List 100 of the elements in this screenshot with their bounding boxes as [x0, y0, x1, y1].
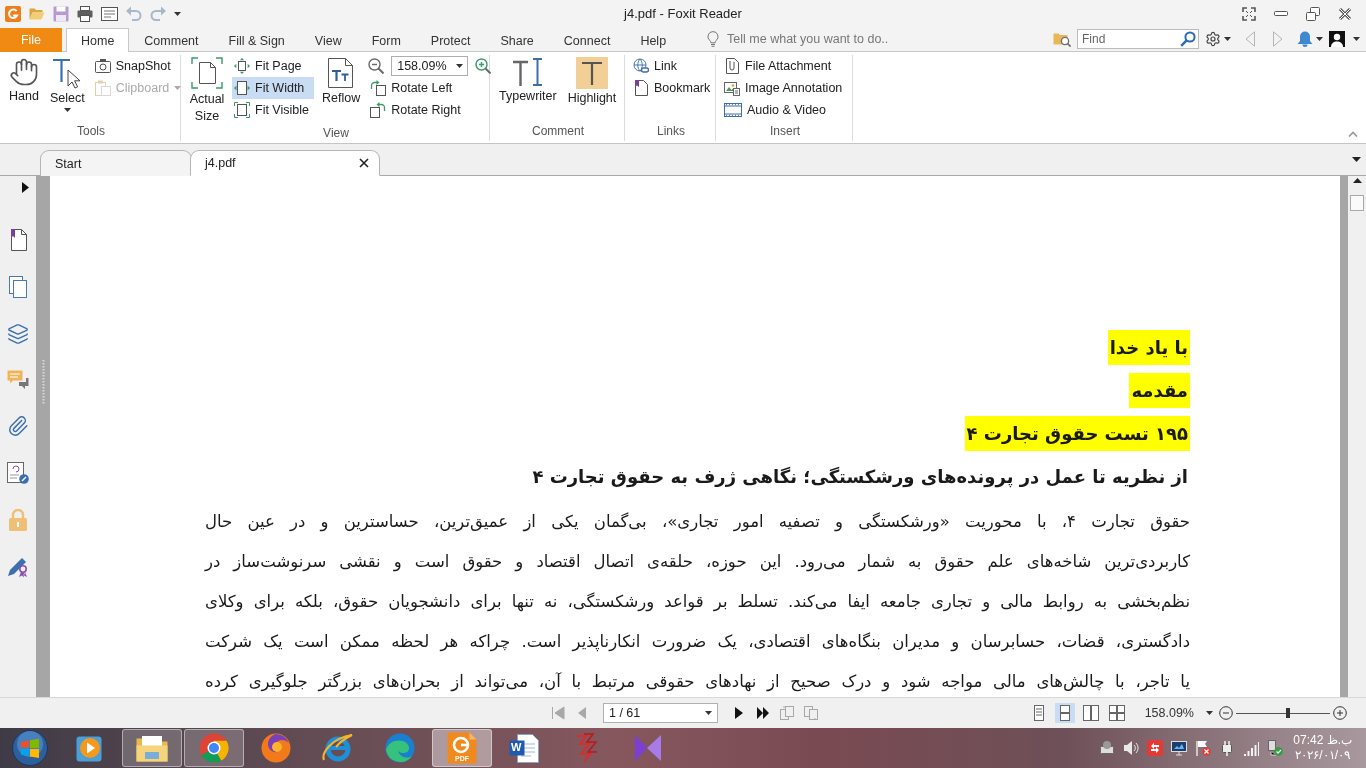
ribbon-button[interactable]: File Attachment: [722, 55, 848, 77]
comments-icon[interactable]: [7, 370, 29, 390]
ribbon-tab[interactable]: Comment: [129, 28, 214, 52]
image-icon: [724, 80, 740, 96]
settings-icon[interactable]: [1205, 31, 1221, 47]
minimize-icon[interactable]: [1274, 11, 1288, 16]
ribbon-button[interactable]: SnapShot: [92, 55, 187, 77]
folder-icon[interactable]: [136, 734, 168, 762]
ribbon-button[interactable]: Image Annotation: [722, 77, 848, 99]
document-tab[interactable]: j4.pdf: [190, 150, 380, 176]
ribbon-button[interactable]: Fit Width: [232, 77, 314, 99]
page-number-field[interactable]: 1 / 61: [603, 703, 718, 723]
chevron-up-icon[interactable]: [1348, 131, 1358, 137]
ribbon-button[interactable]: Fit Page: [232, 55, 314, 77]
globe-swirl-icon[interactable]: [261, 733, 291, 763]
flag-x-icon[interactable]: [1195, 740, 1212, 756]
paragraph-line: دادگستری، قضات، حسابرسان و مدیران بنگاه‌های اقتصادی، یک ضرورت انکارناپذیر است. چراکه هر لحظه ممکن است یک شرکت: [205, 631, 1190, 654]
ribbon-tab[interactable]: Protect: [415, 28, 486, 52]
monitor-icon[interactable]: [1171, 740, 1188, 756]
ribbon-tab[interactable]: Home: [66, 28, 130, 52]
restore-icon[interactable]: [1306, 6, 1320, 21]
ribbon-button[interactable]: Highlight: [564, 55, 620, 106]
ribbon-button[interactable]: Hand: [6, 55, 42, 104]
taskbar-button[interactable]: [184, 729, 244, 767]
zoom-dropdown[interactable]: 158.09%: [1144, 706, 1213, 720]
caret-down-icon[interactable]: [1352, 157, 1361, 162]
ribbon-button[interactable]: Rotate Left: [368, 77, 492, 99]
document-tab[interactable]: Start: [40, 150, 192, 176]
view-mode-button[interactable]: [1080, 703, 1101, 723]
device-icon[interactable]: [1099, 740, 1116, 756]
taskbar-button[interactable]: W: [494, 729, 554, 767]
ribbon-button[interactable]: Link: [631, 55, 716, 77]
caret-down-icon: [456, 64, 464, 68]
scroll-up-icon[interactable]: [1352, 178, 1362, 183]
zoom-out-icon[interactable]: [368, 58, 385, 74]
page-side-arrows-icon: [234, 80, 250, 96]
document-tile-icon[interactable]: [447, 732, 477, 764]
ribbon-button[interactable]: Bookmark: [631, 77, 716, 99]
page-rotate-right-icon: [370, 102, 387, 118]
paperclip-icon[interactable]: [7, 415, 29, 437]
close-icon[interactable]: [359, 158, 369, 168]
ribbon-button[interactable]: Rotate Right: [368, 99, 492, 121]
layers-icon[interactable]: [7, 323, 29, 345]
taskbar-button[interactable]: [122, 729, 182, 767]
view-mode-button[interactable]: [1054, 703, 1075, 723]
save-icon[interactable]: [53, 5, 69, 22]
ribbon-button[interactable]: Audio & Video: [722, 99, 848, 121]
group-label: Links: [657, 123, 685, 140]
speaker-icon[interactable]: [1123, 740, 1140, 756]
tell-me-field[interactable]: Tell me what you want to do..: [727, 32, 918, 46]
plus-circle-icon[interactable]: [1333, 706, 1347, 720]
slider-thumb[interactable]: [1285, 708, 1290, 718]
bell-icon[interactable]: [1297, 31, 1313, 47]
ribbon-tab[interactable]: Connect: [548, 28, 626, 52]
signal-bars-icon[interactable]: [1243, 740, 1260, 756]
zoom-field[interactable]: 158.09%: [391, 56, 469, 76]
minus-circle-icon[interactable]: [1219, 706, 1233, 720]
folder-search-icon[interactable]: [1053, 31, 1071, 47]
arrows-tile-icon[interactable]: [1147, 740, 1164, 756]
ribbon-button[interactable]: Typewriter: [496, 55, 560, 104]
pen-ribbon-icon[interactable]: [7, 556, 29, 578]
network-check-icon[interactable]: [1267, 740, 1284, 756]
grip-icon: [41, 360, 45, 404]
group-label: View: [323, 125, 349, 141]
search-icon[interactable]: [1180, 31, 1196, 47]
ribbon-tab[interactable]: Share: [485, 28, 549, 52]
expand-arrow-icon[interactable]: [22, 182, 29, 193]
last-page-icon[interactable]: [756, 706, 770, 720]
print-icon[interactable]: [77, 5, 93, 22]
ribbon-tab[interactable]: View: [299, 28, 357, 52]
pages-icon[interactable]: [9, 276, 27, 298]
close-icon[interactable]: [1338, 6, 1352, 21]
ribbon-button[interactable]: Fit Visible: [232, 99, 314, 121]
paragraph-line: نظم‌بخشی به روابط مالی و تجاری جامعه ایفا می‌کند. تسلط بر قواعد ورشکستگی، نه تنها برای دانشجویان حقوق، بلکه برای وکلای: [205, 591, 1190, 614]
view-mode-button[interactable]: [1106, 703, 1127, 723]
orbit-ring-icon[interactable]: [322, 733, 354, 763]
signed-document-icon[interactable]: [7, 462, 29, 484]
play-tile-icon[interactable]: [76, 734, 104, 762]
document-icon[interactable]: [509, 733, 539, 763]
card-icon[interactable]: [101, 6, 118, 21]
segmented-circle-icon[interactable]: [199, 733, 229, 763]
start-orb-icon[interactable]: [12, 730, 48, 766]
bookmark-page-icon: [633, 80, 649, 96]
caret-down-icon: [63, 108, 71, 112]
bookmark-page-icon[interactable]: [9, 229, 27, 251]
ribbon-tab[interactable]: Form: [356, 28, 416, 52]
paragraph-line: یا تاجر، با چالش‌های مالی مواجه شود و درک صحیح از نهادهای حقوقی مرتبط با آن، می‌تواند از بحران‌های بزرگتر جلوگیری کرده: [205, 671, 1190, 694]
icon-label: W: [511, 742, 522, 753]
ribbon-tab[interactable]: Help: [625, 28, 682, 52]
app-logo-icon[interactable]: [5, 5, 21, 22]
avatar-icon[interactable]: [1329, 31, 1345, 47]
fullscreen-icon[interactable]: [1242, 6, 1256, 21]
find-field[interactable]: Find: [1077, 29, 1199, 49]
scrollbar-thumb[interactable]: [1350, 195, 1364, 211]
wave-circle-icon[interactable]: [385, 733, 415, 763]
ribbon-button[interactable]: Reflow: [318, 55, 364, 106]
ribbon-tab[interactable]: Fill & Sign: [213, 28, 300, 52]
zoom-in-icon[interactable]: [475, 58, 492, 74]
ribbon-button[interactable]: Select: [47, 55, 88, 112]
ribbon-button[interactable]: Actual Size: [187, 55, 227, 125]
